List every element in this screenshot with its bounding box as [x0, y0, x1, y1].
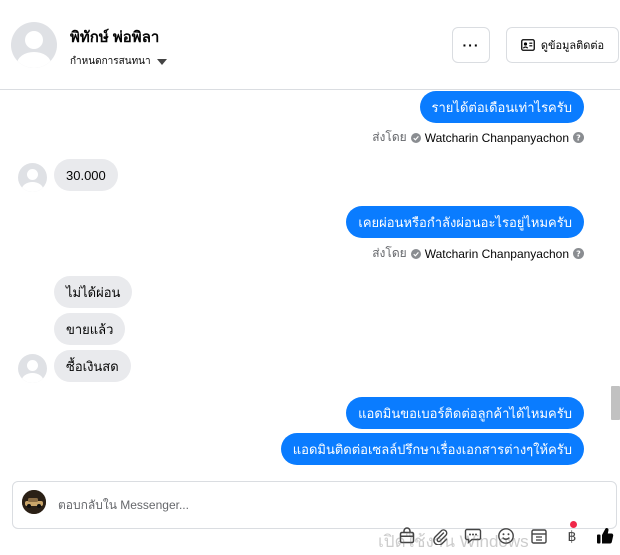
emoji-button[interactable] — [489, 522, 522, 550]
incoming-message[interactable]: ขายแล้ว — [54, 313, 126, 345]
chat-bubble-icon — [464, 528, 481, 545]
view-contact-label: ดูข้อมูลติดต่อ — [540, 40, 605, 52]
contact-avatar[interactable] — [11, 22, 57, 68]
bag-button[interactable] — [390, 522, 423, 550]
caret-down-icon — [156, 58, 167, 65]
emoji-icon — [497, 528, 514, 544]
baht-icon: ฿ — [567, 529, 576, 545]
shopping-bag-icon — [399, 527, 414, 544]
contact-name[interactable]: พิทักษ์ พ่อพิลา — [70, 25, 159, 49]
sender-name: Watcharin Chanpanyachon — [424, 130, 569, 145]
outgoing-message[interactable]: เคยผ่อนหรือกำลังผ่อนอะไรอยู่ไหมครับ — [346, 206, 584, 238]
contact-avatar-small[interactable] — [18, 354, 47, 383]
view-contact-button[interactable]: ดูข้อมูลติดต่อ — [506, 27, 619, 63]
paperclip-icon — [432, 529, 447, 545]
conversation-actions-dropdown[interactable]: กำหนดการสนทนา — [70, 54, 167, 69]
help-icon[interactable]: ? — [573, 132, 584, 143]
conversation-header: พิทักษ์ พ่อพิลา กำหนดการสนทนา ··· ดูข้อม… — [0, 0, 620, 90]
incoming-message[interactable]: 30.000 — [54, 159, 118, 191]
svg-text:?: ? — [576, 249, 581, 258]
sender-name: Watcharin Chanpanyachon — [424, 246, 569, 261]
sent-by-prefix: ส่งโดย — [372, 246, 407, 260]
check-circle-icon — [410, 248, 421, 259]
svg-text:?: ? — [576, 133, 581, 142]
outgoing-message[interactable]: แอดมินติดต่อเซลล์ปรึกษาเรื่องเอกสารต่างๆ… — [280, 433, 584, 465]
like-button[interactable] — [588, 522, 620, 550]
composer-toolbar: ฿ — [390, 522, 620, 550]
incoming-message[interactable]: ซื้อเงินสด — [54, 350, 131, 382]
contact-avatar-small[interactable] — [18, 163, 47, 192]
check-circle-icon — [410, 132, 421, 143]
svg-text:฿: ฿ — [567, 529, 576, 545]
attach-button[interactable] — [423, 522, 456, 550]
calendar-button[interactable] — [522, 522, 555, 550]
message-thread[interactable]: รายได้ต่อเดือนเท่าไรครับ ส่งโดย Watchari… — [0, 90, 620, 468]
outgoing-message[interactable]: รายได้ต่อเดือนเท่าไรครับ — [419, 91, 584, 123]
outgoing-message[interactable]: แอดมินขอเบอร์ติดต่อลูกค้าได้ไหมครับ — [346, 397, 584, 429]
notification-dot — [570, 521, 577, 528]
saved-replies-button[interactable] — [456, 522, 489, 550]
conversation-actions-label: กำหนดการสนทนา — [70, 56, 151, 67]
page-avatar — [22, 490, 46, 514]
thumbs-up-icon — [596, 528, 613, 544]
sent-by-line: ส่งโดย Watcharin Chanpanyachon ? — [372, 128, 584, 147]
calendar-icon — [530, 529, 547, 544]
help-icon[interactable]: ? — [573, 248, 584, 259]
reply-input[interactable]: ตอบกลับใน Messenger... — [58, 496, 189, 515]
more-options-button[interactable]: ··· — [452, 27, 490, 63]
sent-by-line: ส่งโดย Watcharin Chanpanyachon ? — [372, 244, 584, 263]
contact-card-icon — [520, 39, 535, 51]
sent-by-prefix: ส่งโดย — [372, 130, 407, 144]
incoming-message[interactable]: ไม่ได้ผ่อน — [54, 276, 133, 308]
scrollbar-thumb[interactable] — [611, 386, 620, 420]
